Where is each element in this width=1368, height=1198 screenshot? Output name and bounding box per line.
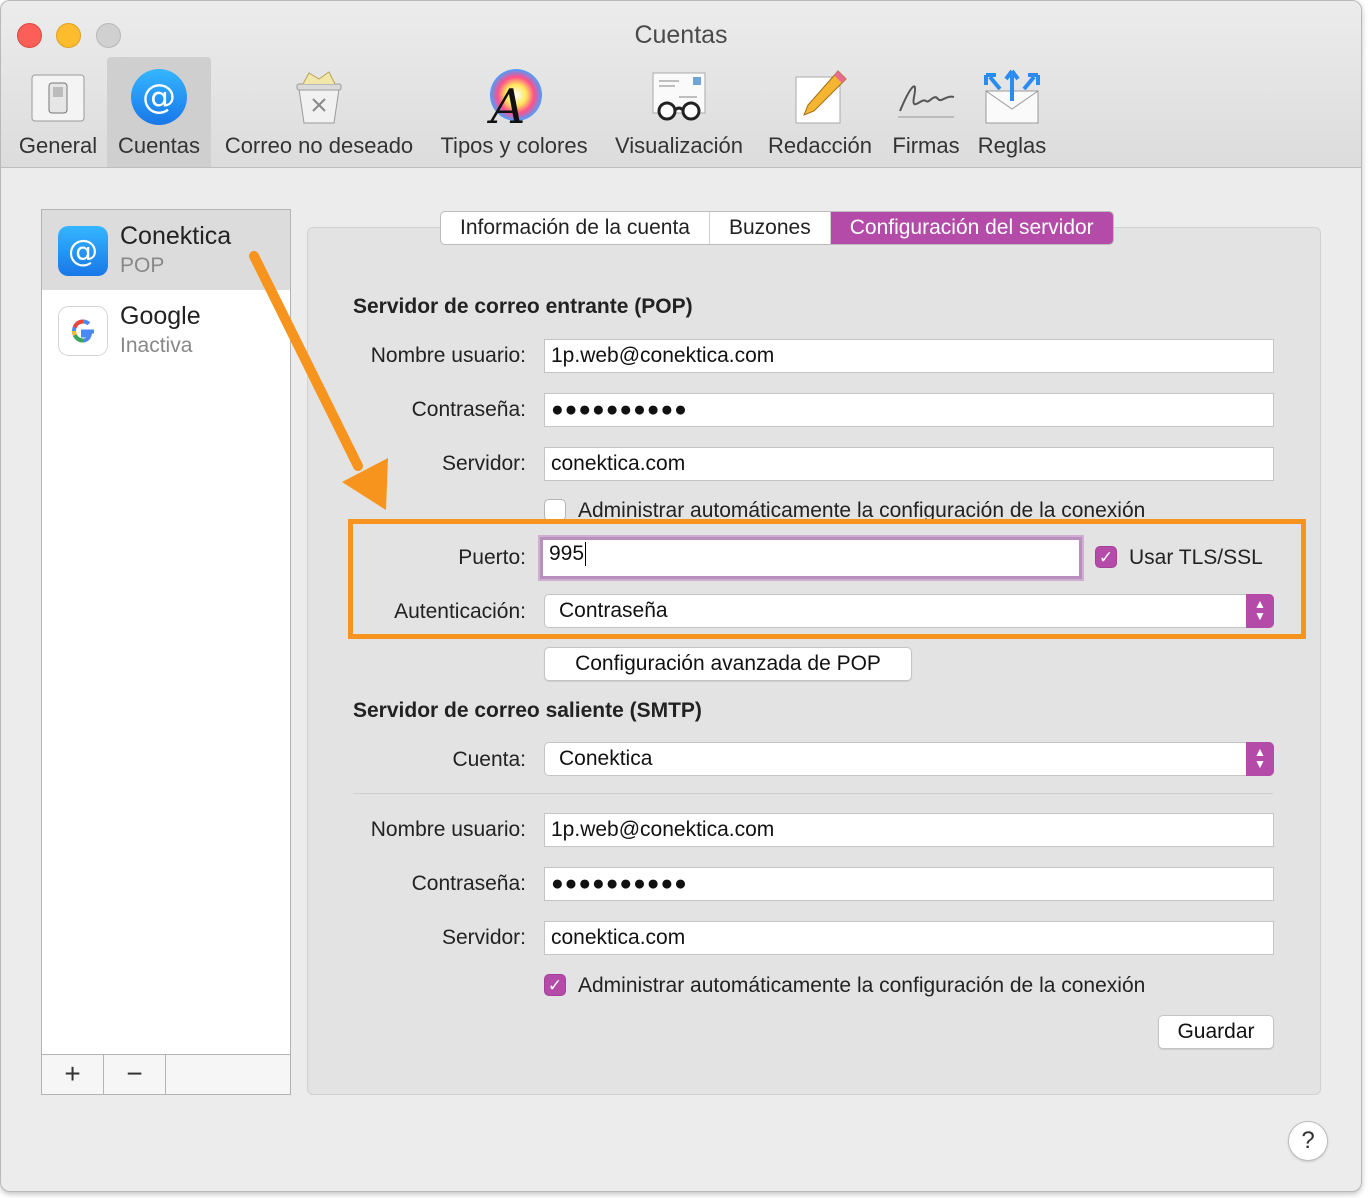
advanced-pop-button[interactable]: Configuración avanzada de POP	[544, 647, 912, 681]
toolbar-junk-label: Correo no deseado	[224, 133, 414, 158]
add-account-button[interactable]: +	[42, 1055, 104, 1094]
incoming-password-label: Contraseña:	[411, 398, 526, 421]
help-button[interactable]: ?	[1288, 1121, 1328, 1161]
incoming-auto-manage-checkbox[interactable]	[544, 499, 566, 521]
outgoing-account-label: Cuenta:	[452, 748, 526, 771]
outgoing-server-field[interactable]: conektica.com	[544, 921, 1274, 955]
pencil-icon	[795, 70, 847, 124]
glasses-icon	[652, 72, 706, 121]
toolbar-viewing-label: Visualización	[614, 133, 743, 158]
account-tabs: Información de la cuenta Buzones Configu…	[440, 211, 1114, 245]
signature-icon	[898, 85, 955, 118]
toolbar-composing-label: Redacción	[768, 133, 872, 158]
tab-server-settings[interactable]: Configuración del servidor	[830, 212, 1113, 244]
at-icon: @	[131, 69, 187, 125]
tab-mailboxes[interactable]: Buzones	[710, 212, 831, 244]
toolbar-rules-label: Reglas	[977, 133, 1047, 158]
outgoing-auto-manage-label: Administrar automáticamente la configura…	[578, 974, 1146, 997]
titlebar: Cuentas General @ Cuentas Correo no dese…	[1, 1, 1361, 168]
toolbar-rules[interactable]: Reglas	[971, 57, 1053, 167]
svg-text:@: @	[142, 77, 176, 117]
outgoing-password-label: Contraseña:	[411, 872, 526, 895]
account-status: POP	[120, 254, 165, 277]
account-item-conektica[interactable]: @ Conektica POP	[42, 210, 290, 290]
svg-text:@: @	[68, 234, 98, 269]
account-name: Google	[120, 302, 201, 330]
outgoing-account-value: Conektica	[559, 747, 653, 770]
incoming-section-title: Servidor de correo entrante (POP)	[353, 295, 693, 318]
account-status: Inactiva	[120, 334, 193, 357]
outgoing-account-popup[interactable]: Conektica ▲ ▼	[544, 742, 1274, 776]
toolbar-fonts[interactable]: A Tipos y colores	[429, 57, 599, 167]
divider	[353, 793, 1273, 794]
incoming-username-field[interactable]: 1p.web@conektica.com	[544, 339, 1274, 373]
toolbar-cuentas-label: Cuentas	[118, 133, 200, 158]
toolbar-composing[interactable]: Redacción	[759, 57, 881, 167]
window-title: Cuentas	[634, 21, 728, 49]
account-item-google[interactable]: Google Inactiva	[42, 290, 290, 370]
incoming-server-label: Servidor:	[441, 452, 526, 475]
outgoing-username-label: Nombre usuario:	[370, 818, 526, 841]
accounts-list: @ Conektica POP Google Inactiva + −	[41, 209, 291, 1095]
incoming-server-field[interactable]: conektica.com	[544, 447, 1274, 481]
envelope-arrows-icon	[984, 69, 1040, 124]
accounts-list-footer: + −	[42, 1054, 290, 1094]
outgoing-section-title: Servidor de correo saliente (SMTP)	[353, 699, 702, 722]
save-button[interactable]: Guardar	[1158, 1015, 1274, 1049]
tab-account-info[interactable]: Información de la cuenta	[441, 212, 710, 244]
at-icon: @	[58, 226, 108, 276]
toolbar-cuentas[interactable]: @ Cuentas	[107, 57, 211, 167]
switch-icon	[31, 74, 85, 122]
toolbar-signatures-label: Firmas	[892, 133, 960, 158]
toolbar-fonts-label: Tipos y colores	[440, 133, 588, 158]
outgoing-auto-manage-checkbox[interactable]: ✓	[544, 974, 566, 996]
toolbar-viewing[interactable]: Visualización	[605, 57, 753, 167]
trash-junk-icon	[296, 71, 342, 124]
outgoing-username-field[interactable]: 1p.web@conektica.com	[544, 813, 1274, 847]
svg-text:A: A	[487, 79, 526, 127]
toolbar-signatures[interactable]: Firmas	[885, 57, 967, 167]
toolbar-general-label: General	[18, 133, 98, 158]
google-icon	[58, 306, 108, 356]
font-color-icon: A	[487, 69, 542, 127]
incoming-username-label: Nombre usuario:	[370, 344, 526, 367]
remove-account-button[interactable]: −	[104, 1055, 166, 1094]
outgoing-password-field[interactable]: ●●●●●●●●●●	[544, 867, 1274, 901]
toolbar-general[interactable]: General	[11, 57, 105, 167]
toolbar-junk[interactable]: Correo no deseado	[215, 57, 423, 167]
incoming-password-field[interactable]: ●●●●●●●●●●	[544, 393, 1274, 427]
outgoing-server-label: Servidor:	[441, 926, 526, 949]
account-name: Conektica	[120, 222, 232, 250]
chevron-updown-icon: ▲ ▼	[1246, 742, 1274, 776]
annotation-highlight-box	[348, 519, 1306, 639]
